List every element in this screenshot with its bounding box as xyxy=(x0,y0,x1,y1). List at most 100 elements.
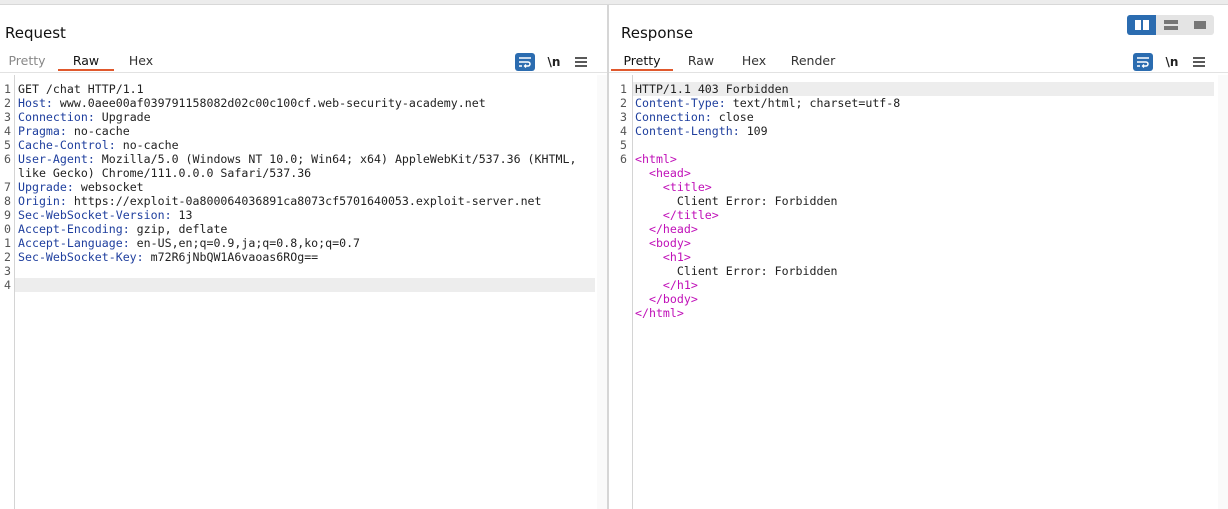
request-header-value: 13 xyxy=(171,208,193,222)
response-indent xyxy=(635,292,649,306)
request-tab-hex[interactable]: Hex xyxy=(118,51,164,71)
request-code-line: 3 Connection: Upgrade xyxy=(0,110,607,124)
response-tab-underline xyxy=(609,72,1228,73)
response-indent xyxy=(635,222,649,236)
request-code-line: like Gecko) Chrome/111.0.0.0 Safari/537.… xyxy=(0,166,607,180)
request-line-content: Connection: Upgrade xyxy=(18,110,151,124)
response-indent xyxy=(635,166,649,180)
response-line-content: Connection: close xyxy=(635,110,754,124)
layout-toggle xyxy=(1127,15,1214,35)
request-header-name: Sec-WebSocket-Key xyxy=(18,250,137,264)
layout-single-pane-button[interactable] xyxy=(1185,15,1214,35)
response-code-line: Client Error: Forbidden xyxy=(609,264,1228,278)
request-line-content: Sec-WebSocket-Version: 13 xyxy=(18,208,193,222)
response-code-line: <h1> xyxy=(609,250,1228,264)
request-show-newlines-button[interactable]: \n xyxy=(541,55,567,69)
request-code-line: 0 Accept-Encoding: gzip, deflate xyxy=(0,222,607,236)
request-line-number: 8 xyxy=(4,194,11,208)
response-indent xyxy=(635,208,663,222)
response-header-separator: : xyxy=(732,124,740,138)
response-code-line: 4 Content-Length: 109 xyxy=(609,124,1228,138)
request-title: Request xyxy=(5,24,66,42)
request-line-content: Sec-WebSocket-Key: m72R6jNbQW1A6vaoas6RO… xyxy=(18,250,318,264)
response-code-line: <head> xyxy=(609,166,1228,180)
request-header-name: User-Agent xyxy=(18,152,88,166)
response-show-newlines-button[interactable]: \n xyxy=(1159,55,1185,69)
response-pane: Response Pretty Raw Hex Render \n 1 HTTP… xyxy=(609,5,1228,509)
response-line-content: </html> xyxy=(635,306,684,320)
response-line-content: </head> xyxy=(635,222,698,236)
response-tab-render[interactable]: Render xyxy=(779,51,847,71)
request-line-content: Cache-Control: no-cache xyxy=(18,138,179,152)
request-word-wrap-button[interactable] xyxy=(515,53,535,71)
response-line-content: <html> xyxy=(635,152,677,166)
request-code-line: 4 Pragma: no-cache xyxy=(0,124,607,138)
request-header-name: Cache-Control xyxy=(18,138,109,152)
layout-split-horizontal-button[interactable] xyxy=(1127,15,1156,35)
request-header-value: no-cache xyxy=(66,124,130,138)
request-header-name: Accept-Language xyxy=(18,236,123,250)
request-code-line: 1 GET /chat HTTP/1.1 xyxy=(0,82,607,96)
request-tab-pretty[interactable]: Pretty xyxy=(0,51,54,71)
response-line-content: Content-Type: text/html; charset=utf-8 xyxy=(635,96,900,110)
request-line-content: Pragma: no-cache xyxy=(18,124,130,138)
response-code-line: 2 Content-Type: text/html; charset=utf-8 xyxy=(609,96,1228,110)
response-html-tag: <title> xyxy=(662,180,712,194)
response-tab-raw[interactable]: Raw xyxy=(673,51,729,71)
response-indent xyxy=(635,180,663,194)
response-indent xyxy=(635,236,649,250)
word-wrap-icon xyxy=(519,57,531,68)
request-code-line: 8 Origin: https://exploit-0a800064036891c… xyxy=(0,194,607,208)
response-editor[interactable]: 1 HTTP/1.1 403 Forbidden 2 Content-Type: te… xyxy=(609,75,1228,509)
response-menu-button[interactable] xyxy=(1189,57,1209,67)
request-header-value: https://exploit-0a800064036891ca8073cf57… xyxy=(66,194,542,208)
request-line-content: Origin: https://exploit-0a800064036891ca… xyxy=(18,194,542,208)
request-header-separator: : xyxy=(164,208,172,222)
response-line-number: 2 xyxy=(620,96,627,110)
request-line-content: like Gecko) Chrome/111.0.0.0 Safari/537.… xyxy=(18,166,312,180)
request-menu-button[interactable] xyxy=(571,57,591,67)
single-pane-icon xyxy=(1193,21,1206,29)
request-header-name: Accept-Encoding xyxy=(18,222,123,236)
request-code-line: 5 Cache-Control: no-cache xyxy=(0,138,607,152)
response-tab-pretty[interactable]: Pretty xyxy=(611,51,673,71)
request-header-value: Mozilla/5.0 (Windows NT 10.0; Win64; x64… xyxy=(94,152,577,166)
response-code-line: 5 xyxy=(609,138,1228,152)
response-header-value: text/html; charset=utf-8 xyxy=(725,96,901,110)
request-line-number: 4 xyxy=(4,278,11,292)
request-line-number: 1 xyxy=(4,236,11,250)
response-header-name: Connection xyxy=(635,110,705,124)
request-line-number: 9 xyxy=(4,208,11,222)
response-line-number: 5 xyxy=(620,138,627,152)
request-line-content: Upgrade: websocket xyxy=(18,180,144,194)
response-code-line: <title> xyxy=(609,180,1228,194)
response-word-wrap-button[interactable] xyxy=(1133,53,1153,71)
layout-split-vertical-button[interactable] xyxy=(1156,15,1185,35)
request-line-content: Accept-Language: en-US,en;q=0.9,ja;q=0.8… xyxy=(18,236,360,250)
response-code-line: Client Error: Forbidden xyxy=(609,194,1228,208)
request-tab-underline xyxy=(0,72,607,73)
request-editor[interactable]: 1 GET /chat HTTP/1.1 2 Host: www.0aee00af03… xyxy=(0,75,607,509)
request-tab-raw[interactable]: Raw xyxy=(58,51,114,71)
response-tab-hex[interactable]: Hex xyxy=(729,51,779,71)
response-header-value: close xyxy=(711,110,754,124)
request-line-number: 2 xyxy=(4,96,11,110)
request-code-line: 2 Sec-WebSocket-Key: m72R6jNbQW1A6vaoas6R… xyxy=(0,250,607,264)
request-line-content: GET /chat HTTP/1.1 xyxy=(18,82,144,96)
request-code-line: 6 User-Agent: Mozilla/5.0 (Windows NT 10.… xyxy=(0,152,607,166)
request-code-line: 1 Accept-Language: en-US,en;q=0.9,ja;q=0.… xyxy=(0,236,607,250)
request-code-line: 9 Sec-WebSocket-Version: 13 xyxy=(0,208,607,222)
response-indent xyxy=(635,250,663,264)
response-line-content: <head> xyxy=(635,166,691,180)
request-header-separator: : xyxy=(59,194,67,208)
response-code-line: 1 HTTP/1.1 403 Forbidden xyxy=(609,82,1228,96)
response-html-tag: </h1> xyxy=(662,278,698,292)
response-line-number: 6 xyxy=(620,152,627,166)
response-code-line: </head> xyxy=(609,222,1228,236)
request-header-separator: : xyxy=(108,138,116,152)
response-html-tag: </head> xyxy=(648,222,698,236)
response-line-number: 1 xyxy=(620,82,627,96)
hamburger-menu-icon xyxy=(1193,57,1205,67)
request-tabs: Pretty Raw Hex xyxy=(0,51,164,73)
response-code-line: <body> xyxy=(609,236,1228,250)
